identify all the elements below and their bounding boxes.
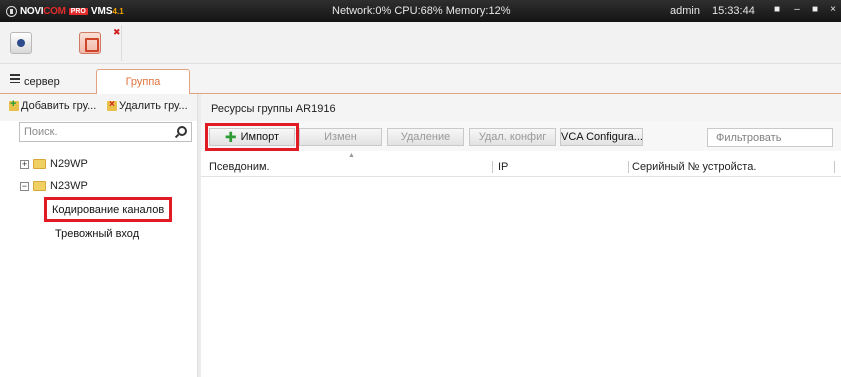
tab-server[interactable]: сервер [24, 76, 60, 88]
maximize-icon[interactable]: ■ [808, 3, 822, 17]
resources-header: Ресурсы группы AR1916 [201, 94, 841, 121]
sort-asc-icon: ▲ [348, 152, 355, 159]
highlight-box [44, 197, 172, 222]
main-toolbar: ✖ [0, 22, 841, 64]
system-stats: Network:0% CPU:68% Memory:12% [332, 5, 511, 17]
highlight-box [205, 123, 299, 151]
tab-group[interactable]: Группа [96, 69, 190, 95]
resources-table-body [201, 178, 841, 377]
tab-strip: сервер Группа [0, 64, 841, 95]
page-title: Ресурсы группы AR1916 [211, 103, 336, 115]
delete-group-button[interactable]: Удалить гру... [107, 99, 188, 112]
device-management-icon[interactable] [79, 32, 101, 54]
modify-button[interactable]: Измен [299, 128, 382, 146]
delete-button[interactable]: Удаление [387, 128, 464, 146]
minimize-icon[interactable]: – [790, 3, 804, 17]
search-box [19, 122, 192, 142]
add-group-button[interactable]: Добавить гру... [9, 98, 96, 112]
delete-folder-icon [107, 99, 117, 111]
group-tree-panel: Добавить гру... Удалить гру... + N29WP −… [0, 94, 197, 377]
search-icon[interactable] [177, 126, 187, 136]
column-serial[interactable]: Серийный № устройста. [632, 161, 756, 173]
folder-icon [33, 159, 46, 169]
folder-icon [33, 181, 46, 191]
list-icon[interactable] [10, 74, 20, 83]
search-input[interactable] [20, 123, 170, 141]
lock-icon[interactable]: ■ [770, 3, 784, 17]
filter-input[interactable] [708, 129, 828, 146]
clock: 15:33:44 [712, 5, 755, 17]
vca-config-button[interactable]: VCA Configura... [560, 128, 643, 146]
tree-node-n23wp[interactable]: − N23WP [20, 180, 88, 192]
column-divider[interactable] [492, 161, 493, 173]
current-user: admin [670, 5, 700, 17]
tree-item-alarm-input[interactable]: Тревожный вход [55, 228, 139, 240]
resources-table-header: Псевдоним. ▲ IP Серийный № устройста. [201, 151, 841, 177]
collapse-icon[interactable]: − [20, 181, 29, 191]
column-divider[interactable] [628, 161, 629, 173]
column-ip[interactable]: IP [498, 161, 508, 173]
resource-actions: ✚ Импорт Измен Удаление Удал. конфиг VCA… [201, 121, 841, 151]
expand-icon[interactable]: + [20, 159, 29, 169]
camera-icon[interactable] [10, 32, 32, 54]
tree-node-n29wp[interactable]: + N29WP [20, 158, 88, 170]
title-bar: NOVI COM PRO VMS 4.1 Network:0% CPU:68% Me… [0, 0, 841, 22]
column-alias[interactable]: Псевдоним. [209, 161, 270, 173]
close-icon[interactable]: × [826, 3, 840, 17]
column-divider[interactable] [834, 161, 835, 173]
filter-box [707, 128, 833, 147]
add-folder-icon [9, 98, 19, 111]
toolbar-divider [121, 25, 122, 61]
close-module-icon[interactable]: ✖ [113, 27, 121, 38]
app-logo: NOVI COM PRO VMS 4.1 [6, 5, 124, 17]
remote-config-button[interactable]: Удал. конфиг [469, 128, 556, 146]
power-icon [6, 5, 17, 17]
group-actions: Добавить гру... Удалить гру... [0, 94, 197, 121]
